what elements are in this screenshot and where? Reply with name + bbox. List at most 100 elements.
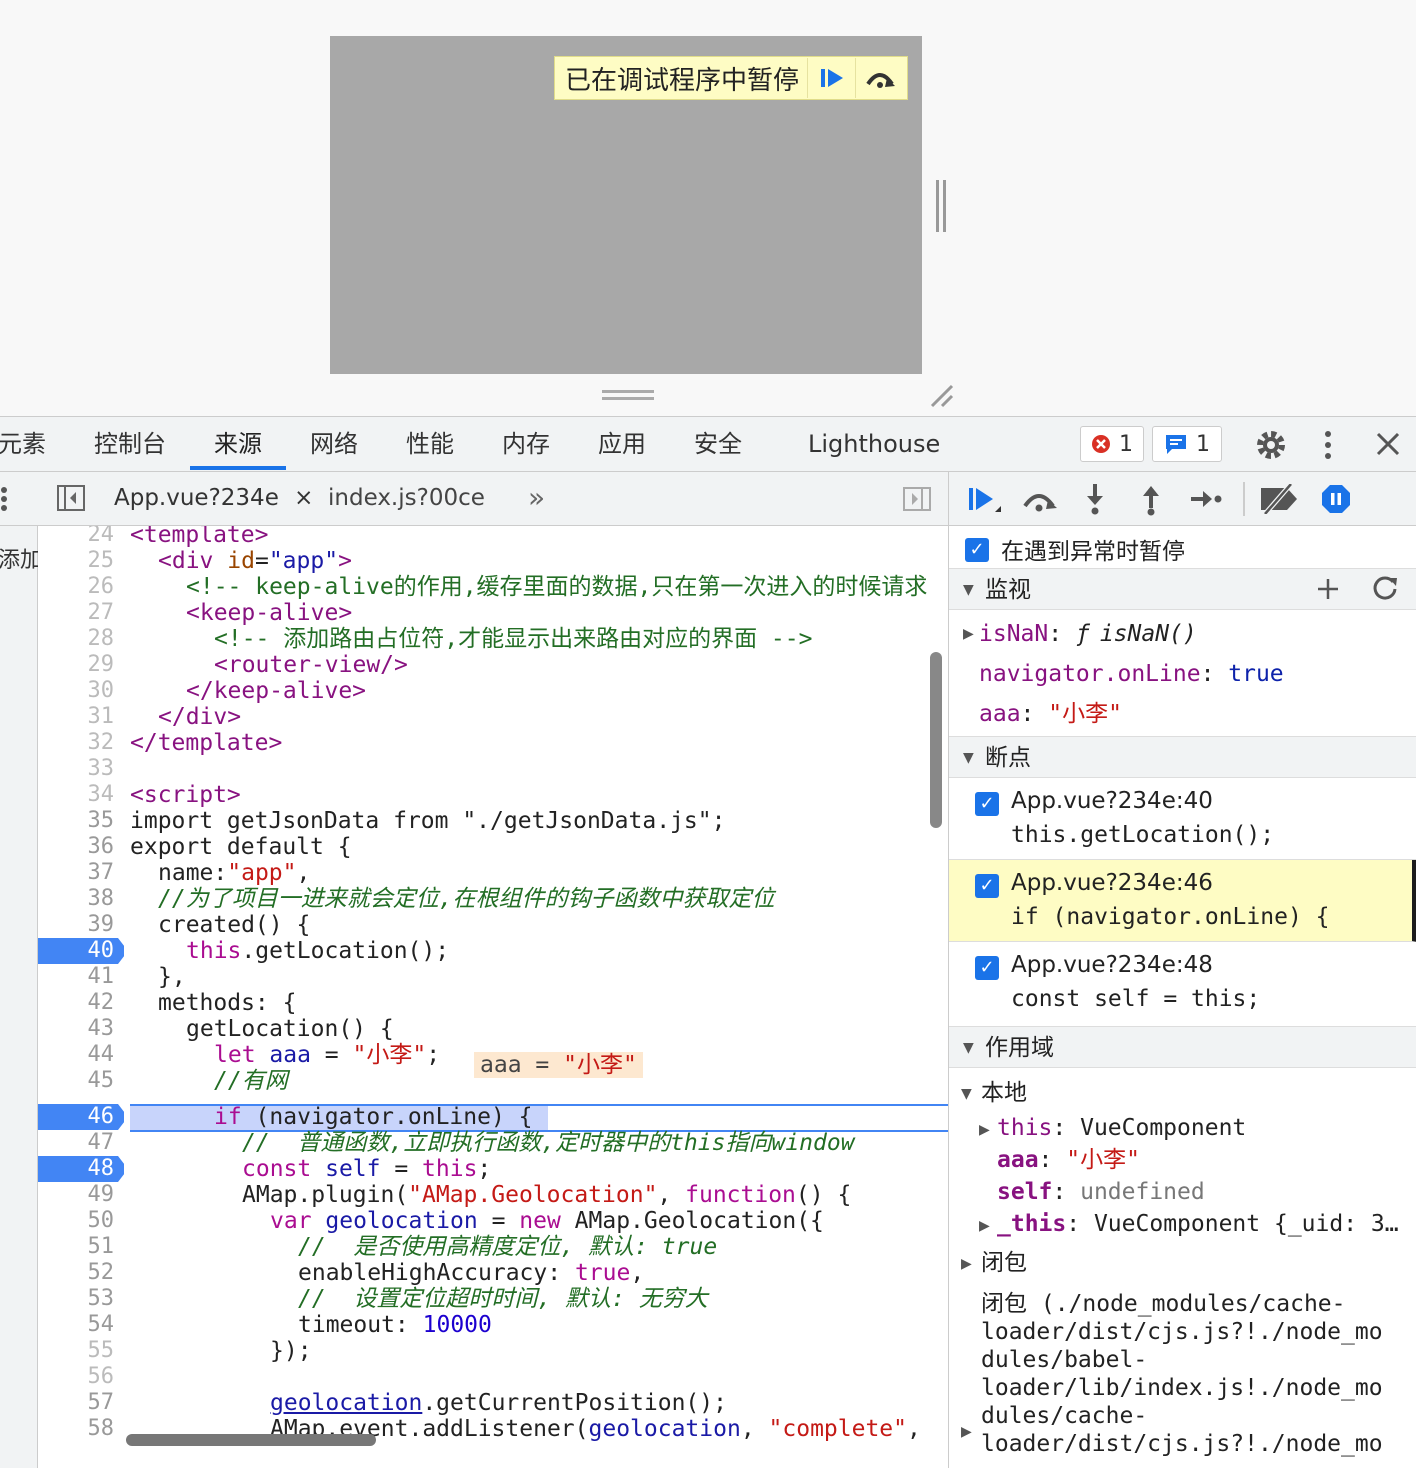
- tab-elements[interactable]: 元素: [0, 417, 46, 471]
- tab-console[interactable]: 控制台: [94, 417, 166, 471]
- line-number[interactable]: 50: [38, 1208, 124, 1234]
- line-number[interactable]: 32: [38, 730, 124, 756]
- line-number[interactable]: 44: [38, 1042, 124, 1068]
- message-badge[interactable]: 1: [1152, 426, 1222, 462]
- step-over-icon[interactable]: [1021, 486, 1059, 514]
- line-number[interactable]: 24: [38, 526, 124, 548]
- tab-application[interactable]: 应用: [598, 417, 646, 471]
- deactivate-breakpoints-icon[interactable]: [1259, 484, 1299, 514]
- pause-on-exceptions-icon[interactable]: [1321, 484, 1351, 514]
- line-number[interactable]: 51: [38, 1234, 124, 1260]
- corner-resize-handle[interactable]: [928, 382, 956, 410]
- add-watch-icon[interactable]: [1315, 576, 1341, 602]
- line-number[interactable]: 42: [38, 990, 124, 1016]
- navigator-more-icon[interactable]: [0, 484, 12, 514]
- line-number[interactable]: 38: [38, 886, 124, 912]
- line-number[interactable]: 47: [38, 1130, 124, 1156]
- scope-local-header[interactable]: 本地: [949, 1076, 1416, 1110]
- toggle-navigator-icon[interactable]: [56, 484, 86, 512]
- line-number[interactable]: 49: [38, 1182, 124, 1208]
- toggle-debugger-icon[interactable]: [902, 486, 932, 512]
- line-number[interactable]: 55: [38, 1338, 124, 1364]
- editor-vertical-scrollbar[interactable]: [930, 652, 942, 828]
- resume-icon[interactable]: [967, 484, 1005, 518]
- breakpoint-checkbox[interactable]: ✓: [975, 874, 999, 898]
- line-number[interactable]: 54: [38, 1312, 124, 1338]
- line-number[interactable]: 45: [38, 1068, 124, 1094]
- tab-memory[interactable]: 内存: [502, 417, 550, 471]
- step-over-button[interactable]: [855, 58, 903, 98]
- line-number[interactable]: 37: [38, 860, 124, 886]
- step-out-icon[interactable]: [1137, 482, 1165, 516]
- more-tabs-icon[interactable]: »: [528, 472, 545, 524]
- line-number[interactable]: 52: [38, 1260, 124, 1286]
- scope-section-header[interactable]: 作用域: [949, 1026, 1416, 1068]
- tab-lighthouse[interactable]: Lighthouse: [808, 417, 940, 471]
- line-number[interactable]: 58: [38, 1416, 124, 1442]
- breakpoint-line-number[interactable]: 40: [38, 938, 124, 964]
- scope-closure-module[interactable]: 闭包 (./node_modules/cache- loader/dist/cj…: [981, 1290, 1383, 1458]
- tab-network[interactable]: 网络: [310, 417, 358, 471]
- breakpoint-item-40[interactable]: ✓ App.vue?234e:40 this.getLocation();: [949, 778, 1416, 860]
- file-tab-index-js[interactable]: index.js?00ce: [328, 472, 485, 524]
- watch-section-header[interactable]: 监视: [949, 568, 1416, 610]
- close-devtools-icon[interactable]: [1374, 430, 1402, 458]
- step-into-icon[interactable]: [1081, 482, 1109, 516]
- line-number[interactable]: 43: [38, 1016, 124, 1042]
- code-line-25: <div id="app">: [158, 548, 352, 574]
- line-number[interactable]: 29: [38, 652, 124, 678]
- line-number[interactable]: 33: [38, 756, 124, 782]
- step-icon[interactable]: [1189, 486, 1223, 512]
- scope-item-aaa[interactable]: aaa: "小李": [949, 1144, 1416, 1176]
- add-folder-label[interactable]: 添加: [0, 542, 42, 574]
- more-menu-icon[interactable]: [1318, 428, 1338, 462]
- watch-collapse-icon[interactable]: ▼: [963, 582, 974, 598]
- scope-item-_this[interactable]: _this: VueComponent {_uid: 3…: [949, 1208, 1416, 1240]
- code-line-24: <template>: [130, 526, 269, 548]
- inline-variable-value: aaa = "小李": [474, 1052, 643, 1078]
- watch-item-aaa[interactable]: aaa: "小李": [949, 698, 1416, 730]
- scope-item-self[interactable]: self: undefined: [949, 1176, 1416, 1208]
- editor-horizontal-scrollbar[interactable]: [126, 1434, 376, 1446]
- vertical-resize-handle[interactable]: [936, 180, 946, 232]
- breakpoints-collapse-icon[interactable]: ▼: [963, 750, 974, 766]
- closure-module-expand-icon[interactable]: ▶: [961, 1424, 972, 1440]
- line-number[interactable]: 25: [38, 548, 124, 574]
- line-number[interactable]: 41: [38, 964, 124, 990]
- breakpoint-checkbox[interactable]: ✓: [975, 792, 999, 816]
- line-number[interactable]: 26: [38, 574, 124, 600]
- line-number[interactable]: 36: [38, 834, 124, 860]
- line-number[interactable]: 30: [38, 678, 124, 704]
- line-number[interactable]: 39: [38, 912, 124, 938]
- line-number[interactable]: 56: [38, 1364, 124, 1390]
- scope-item-this[interactable]: this: VueComponent: [949, 1112, 1416, 1144]
- refresh-watch-icon[interactable]: [1371, 574, 1399, 602]
- breakpoints-section-header[interactable]: 断点: [949, 736, 1416, 778]
- line-number[interactable]: 53: [38, 1286, 124, 1312]
- tab-sources[interactable]: 来源: [214, 417, 262, 471]
- file-tab-app-vue[interactable]: App.vue?234e ×: [114, 472, 313, 524]
- breakpoint-item-46-active[interactable]: ✓ App.vue?234e:46 if (navigator.onLine) …: [949, 860, 1416, 942]
- line-number[interactable]: 28: [38, 626, 124, 652]
- close-tab-icon[interactable]: ×: [294, 485, 313, 511]
- horizontal-resize-handle[interactable]: [602, 390, 654, 400]
- watch-item-navigator-online[interactable]: navigator.onLine: true: [949, 658, 1416, 690]
- code-editor[interactable]: 24 25 26 27 28 29 30 31 32 33 34 35 36 37 38 39 40 41 42 43…: [38, 526, 948, 1468]
- breakpoint-line-number[interactable]: 48: [38, 1156, 124, 1182]
- scope-closure-header[interactable]: 闭包: [949, 1246, 1416, 1280]
- settings-gear-icon[interactable]: [1254, 428, 1288, 462]
- breakpoint-checkbox[interactable]: ✓: [975, 956, 999, 980]
- line-number[interactable]: 35: [38, 808, 124, 834]
- watch-item-isnan[interactable]: isNaN: ƒ isNaN(): [949, 618, 1416, 650]
- line-number[interactable]: 57: [38, 1390, 124, 1416]
- breakpoint-line-number[interactable]: 46: [38, 1104, 124, 1130]
- line-number[interactable]: 34: [38, 782, 124, 808]
- tab-performance[interactable]: 性能: [406, 417, 454, 471]
- line-number[interactable]: 27: [38, 600, 124, 626]
- tab-security[interactable]: 安全: [694, 417, 742, 471]
- line-number[interactable]: 31: [38, 704, 124, 730]
- scope-collapse-icon[interactable]: ▼: [963, 1040, 974, 1056]
- breakpoint-item-48[interactable]: ✓ App.vue?234e:48 const self = this;: [949, 942, 1416, 1024]
- error-badge[interactable]: 1: [1080, 426, 1144, 462]
- resume-button[interactable]: [807, 58, 855, 98]
